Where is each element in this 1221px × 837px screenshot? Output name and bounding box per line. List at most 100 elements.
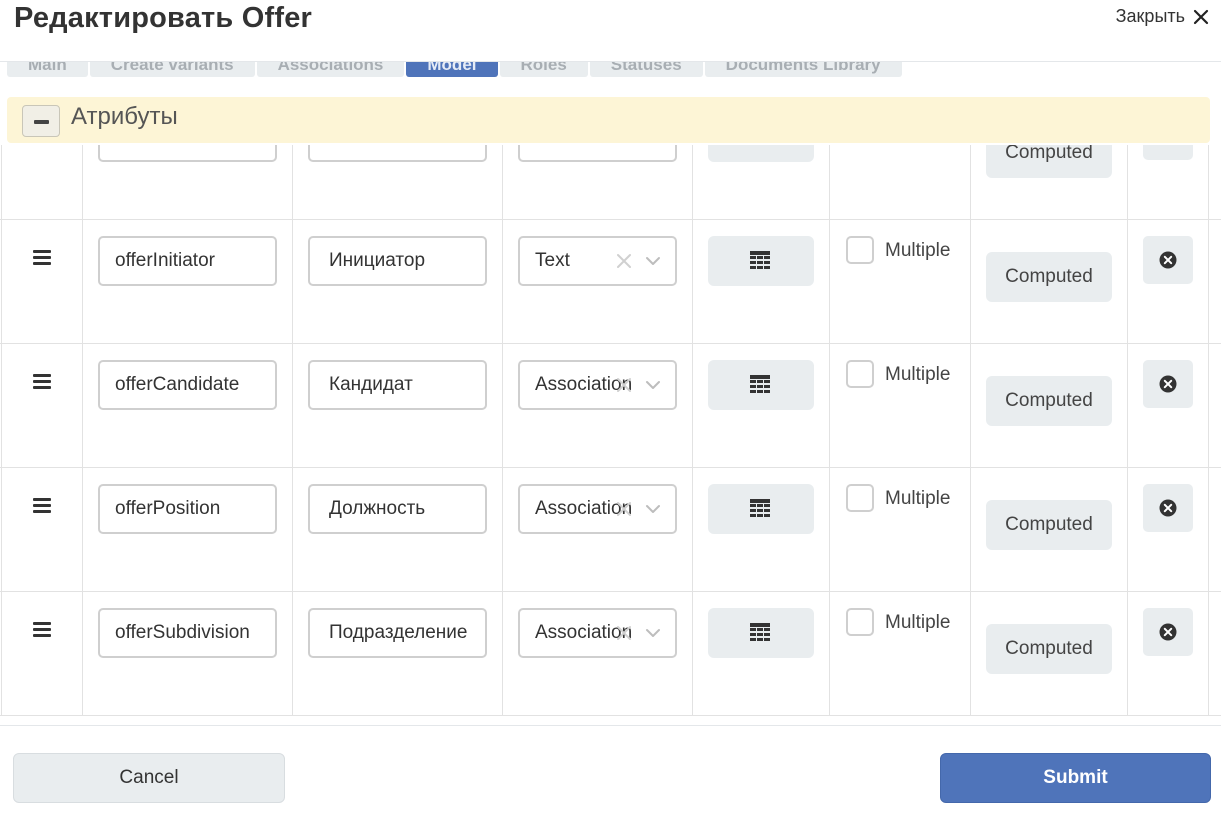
close-label: Закрыть [1115, 6, 1185, 26]
attributes-table[interactable]: MultipleComputedofferInitiatorИнициаторT… [0, 145, 1221, 726]
attribute-type-select[interactable]: Text [518, 236, 677, 286]
column-divider [970, 220, 971, 343]
multiple-label: Multiple [885, 488, 951, 509]
table-settings-button[interactable] [708, 608, 814, 658]
attribute-label-input[interactable] [308, 145, 487, 162]
clear-icon[interactable] [616, 501, 632, 517]
clear-icon[interactable] [616, 625, 632, 641]
attribute-code-input[interactable]: offerPosition [98, 484, 277, 534]
remove-attribute-button[interactable] [1143, 145, 1193, 160]
remove-circle-icon [1159, 499, 1177, 517]
computed-button[interactable]: Computed [986, 624, 1112, 674]
table-icon [750, 375, 770, 393]
multiple-checkbox[interactable] [846, 236, 874, 264]
column-divider [292, 592, 293, 715]
column-divider [829, 220, 830, 343]
table-icon [750, 499, 770, 517]
attribute-type-select[interactable]: Association [518, 360, 677, 410]
column-divider [82, 145, 83, 219]
column-divider [1, 145, 2, 219]
drag-handle-icon[interactable] [33, 498, 51, 514]
column-divider [502, 592, 503, 715]
attribute-label-input[interactable]: Подразделение [308, 608, 487, 658]
section-title: Атрибуты [71, 103, 178, 130]
column-divider [1208, 220, 1209, 343]
column-divider [1127, 145, 1128, 219]
multiple-checkbox[interactable] [846, 360, 874, 388]
attribute-code-input[interactable]: offerCandidate [98, 360, 277, 410]
column-divider [292, 220, 293, 343]
remove-attribute-button[interactable] [1143, 608, 1193, 656]
column-divider [1, 592, 2, 715]
column-divider [829, 468, 830, 591]
attribute-row: offerInitiator Инициатор Text Multiple Compu… [0, 220, 1221, 344]
remove-attribute-button[interactable] [1143, 236, 1193, 284]
drag-handle-icon[interactable] [33, 622, 51, 638]
collapse-button[interactable] [22, 105, 60, 137]
attribute-label-input[interactable]: Должность [308, 484, 487, 534]
remove-attribute-button[interactable] [1143, 484, 1193, 532]
table-icon [750, 623, 770, 641]
column-divider [292, 468, 293, 591]
column-divider [970, 468, 971, 591]
attribute-code-input[interactable] [98, 145, 277, 162]
attribute-code-input[interactable]: offerInitiator [98, 236, 277, 286]
drag-handle-icon[interactable] [33, 250, 51, 266]
cancel-button[interactable]: Cancel [13, 753, 285, 803]
table-settings-button[interactable] [708, 484, 814, 534]
attribute-type-select[interactable] [518, 145, 677, 162]
table-settings-button[interactable] [708, 360, 814, 410]
column-divider [1208, 145, 1209, 219]
computed-button[interactable]: Computed [986, 252, 1112, 302]
drag-handle-icon[interactable] [33, 374, 51, 390]
column-divider [82, 344, 83, 467]
multiple-checkbox[interactable] [846, 608, 874, 636]
column-divider [82, 468, 83, 591]
column-divider [1208, 468, 1209, 591]
column-divider [1208, 344, 1209, 467]
table-icon [750, 145, 770, 146]
column-divider [829, 592, 830, 715]
column-divider [829, 145, 830, 219]
attribute-label-input[interactable]: Инициатор [308, 236, 487, 286]
attribute-row: offerPosition Должность Association Multipl… [0, 468, 1221, 592]
attributes-section-header: Атрибуты [7, 97, 1210, 143]
column-divider [1, 468, 2, 591]
multiple-checkbox[interactable] [846, 484, 874, 512]
column-divider [692, 592, 693, 715]
attribute-type-select[interactable]: Association [518, 484, 677, 534]
column-divider [1127, 468, 1128, 591]
attribute-row: MultipleComputed [0, 145, 1221, 220]
column-divider [1127, 592, 1128, 715]
attribute-code-input[interactable]: offerSubdivision [98, 608, 277, 658]
remove-attribute-button[interactable] [1143, 360, 1193, 408]
column-divider [82, 220, 83, 343]
submit-button[interactable]: Submit [940, 753, 1211, 803]
attribute-type-select[interactable]: Association [518, 608, 677, 658]
table-icon [750, 251, 770, 269]
clear-icon[interactable] [616, 377, 632, 393]
chevron-down-icon [646, 629, 660, 637]
close-button[interactable]: Закрыть [1116, 6, 1209, 27]
column-divider [502, 145, 503, 219]
computed-button[interactable]: Computed [986, 376, 1112, 426]
chevron-down-icon [646, 257, 660, 265]
column-divider [1, 344, 2, 467]
table-settings-button[interactable] [708, 236, 814, 286]
column-divider [970, 592, 971, 715]
attribute-row: offerCandidate Кандидат Association Multipl… [0, 344, 1221, 468]
column-divider [970, 145, 971, 219]
clear-icon[interactable] [616, 253, 632, 269]
table-settings-button[interactable] [708, 145, 814, 162]
attribute-label-input[interactable]: Кандидат [308, 360, 487, 410]
column-divider [692, 344, 693, 467]
column-divider [1127, 220, 1128, 343]
computed-button[interactable]: Computed [986, 145, 1112, 178]
column-divider [692, 145, 693, 219]
column-divider [1, 220, 2, 343]
chevron-down-icon [646, 505, 660, 513]
computed-button[interactable]: Computed [986, 500, 1112, 550]
column-divider [1127, 344, 1128, 467]
column-divider [292, 145, 293, 219]
multiple-label: Multiple [885, 240, 951, 261]
